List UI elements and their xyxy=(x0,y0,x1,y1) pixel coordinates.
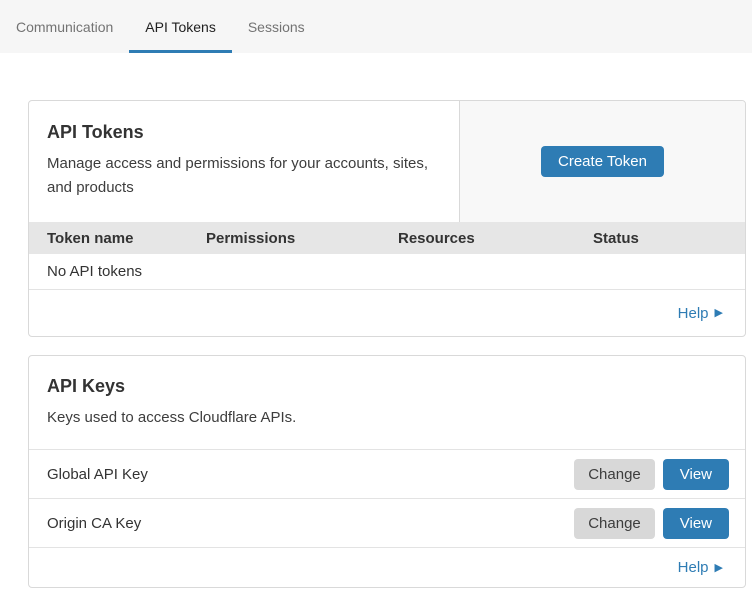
main-content: API Tokens Manage access and permissions… xyxy=(0,53,752,592)
global-api-key-view-button[interactable]: View xyxy=(663,459,729,490)
api-tokens-title: API Tokens xyxy=(47,122,441,143)
api-keys-card-header: API Keys Keys used to access Cloudflare … xyxy=(29,356,745,449)
global-api-key-change-button[interactable]: Change xyxy=(574,459,655,490)
api-tokens-card-action-area: Create Token xyxy=(459,101,745,222)
api-tokens-card-header-text: API Tokens Manage access and permissions… xyxy=(29,101,459,222)
tokens-table-header-resources: Resources xyxy=(398,230,593,247)
api-keys-description: Keys used to access Cloudflare APIs. xyxy=(47,406,447,430)
api-key-row-global: Global API Key Change View xyxy=(29,449,745,498)
api-tokens-card: API Tokens Manage access and permissions… xyxy=(28,100,746,337)
api-tokens-help-label: Help xyxy=(678,305,709,322)
api-keys-card-footer: Help ▶ xyxy=(29,547,745,587)
api-keys-title: API Keys xyxy=(47,376,727,397)
tokens-empty-message: No API tokens xyxy=(47,263,142,280)
origin-ca-key-view-button[interactable]: View xyxy=(663,508,729,539)
help-arrow-icon: ▶ xyxy=(715,562,723,574)
tokens-table-header-permissions: Permissions xyxy=(206,230,398,247)
api-tokens-help-link[interactable]: Help ▶ xyxy=(678,305,723,322)
tokens-table-empty-row: No API tokens xyxy=(29,254,745,290)
tokens-table-header-status: Status xyxy=(593,230,727,247)
origin-ca-key-actions: Change View xyxy=(574,508,729,539)
tab-api-tokens[interactable]: API Tokens xyxy=(129,0,232,53)
global-api-key-label: Global API Key xyxy=(47,466,574,483)
api-tokens-card-footer: Help ▶ xyxy=(29,290,745,336)
tab-bar: Communication API Tokens Sessions xyxy=(0,0,752,53)
tokens-table-header-token-name: Token name xyxy=(47,230,206,247)
origin-ca-key-change-button[interactable]: Change xyxy=(574,508,655,539)
api-key-row-origin-ca: Origin CA Key Change View xyxy=(29,498,745,547)
api-tokens-description: Manage access and permissions for your a… xyxy=(47,152,441,200)
help-arrow-icon: ▶ xyxy=(715,307,723,319)
api-keys-help-label: Help xyxy=(678,559,709,576)
tab-api-tokens-label: API Tokens xyxy=(145,19,216,35)
tab-communication[interactable]: Communication xyxy=(0,0,129,53)
api-tokens-card-header: API Tokens Manage access and permissions… xyxy=(29,101,745,222)
create-token-button[interactable]: Create Token xyxy=(541,146,664,177)
origin-ca-key-label: Origin CA Key xyxy=(47,515,574,532)
tab-communication-label: Communication xyxy=(16,19,113,35)
tab-sessions[interactable]: Sessions xyxy=(232,0,321,53)
tab-sessions-label: Sessions xyxy=(248,19,305,35)
api-keys-card: API Keys Keys used to access Cloudflare … xyxy=(28,355,746,588)
tokens-table-header-row: Token name Permissions Resources Status xyxy=(29,222,745,254)
api-keys-help-link[interactable]: Help ▶ xyxy=(678,559,723,576)
global-api-key-actions: Change View xyxy=(574,459,729,490)
